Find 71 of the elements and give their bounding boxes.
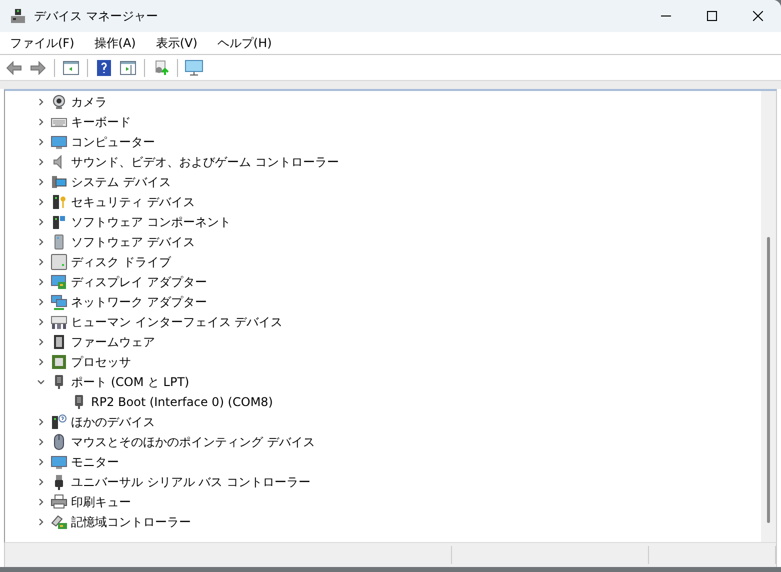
chevron-right-icon xyxy=(37,458,45,466)
tree-item[interactable]: サウンド、ビデオ、およびゲーム コントローラー xyxy=(71,154,339,170)
tree-item[interactable]: 印刷キュー xyxy=(71,494,131,510)
chevron-right-icon xyxy=(37,358,45,366)
chevron-right-icon xyxy=(37,418,45,426)
tree-item[interactable]: 記憶域コントローラー xyxy=(71,514,191,530)
chevron-right-icon xyxy=(37,158,45,166)
tree-item[interactable]: ネットワーク アダプター xyxy=(71,294,207,310)
chevron-right-icon xyxy=(37,258,45,266)
chevron-down-icon xyxy=(37,378,45,386)
monitor-icon xyxy=(51,454,67,470)
menu-item[interactable]: 操作(A) xyxy=(88,32,142,54)
chip-icon xyxy=(51,334,67,350)
tree-item[interactable]: ディスク ドライブ xyxy=(71,254,171,270)
chevron-right-icon xyxy=(37,298,45,306)
tree-item[interactable]: ディスプレイ アダプター xyxy=(71,274,207,290)
tree-item[interactable]: ほかのデバイス xyxy=(71,414,155,430)
system-icon xyxy=(51,174,67,190)
menu-item[interactable]: ファイル(F) xyxy=(4,32,80,54)
tree-item[interactable]: ヒューマン インターフェイス デバイス xyxy=(71,314,283,330)
software-component-icon xyxy=(51,214,67,230)
keyboard-icon xyxy=(51,314,67,330)
scrollbar[interactable] xyxy=(761,91,776,542)
camera-icon xyxy=(51,94,67,110)
chevron-right-icon xyxy=(37,518,45,526)
chevron-right-icon xyxy=(37,318,45,326)
chevron-right-icon xyxy=(37,118,45,126)
close-icon xyxy=(753,11,763,21)
security-key-icon xyxy=(51,194,67,210)
tree-item[interactable]: システム デバイス xyxy=(71,174,171,190)
storage-controller-icon xyxy=(51,514,67,530)
scan-hardware-button[interactable] xyxy=(184,58,204,78)
tree-item[interactable]: セキュリティ デバイス xyxy=(71,194,195,210)
chevron-right-icon xyxy=(37,198,45,206)
network-icon xyxy=(51,294,67,310)
tree-item[interactable]: ソフトウェア デバイス xyxy=(71,234,195,250)
chevron-right-icon xyxy=(37,178,45,186)
chevron-right-icon xyxy=(37,218,45,226)
chevron-right-icon xyxy=(37,438,45,446)
tree-item[interactable]: キーボード xyxy=(71,114,131,130)
tree-item[interactable]: RP2 Boot (Interface 0) (COM8) xyxy=(91,395,273,409)
tree-item[interactable]: モニター xyxy=(71,454,119,470)
mouse-icon xyxy=(51,434,67,450)
tree-item[interactable]: カメラ xyxy=(71,94,107,110)
menu-item[interactable]: 表示(V) xyxy=(150,32,204,54)
processor-icon xyxy=(51,354,67,370)
tree-item[interactable]: プロセッサ xyxy=(71,354,131,370)
chevron-right-icon xyxy=(37,498,45,506)
chevron-right-icon xyxy=(37,278,45,286)
printer-icon xyxy=(51,494,67,510)
tree-item[interactable]: ソフトウェア コンポーネント xyxy=(71,214,231,230)
disk-drive-icon xyxy=(51,254,67,270)
tree-item[interactable]: ユニバーサル シリアル バス コントローラー xyxy=(71,474,310,490)
chevron-right-icon xyxy=(37,478,45,486)
chevron-right-icon xyxy=(37,338,45,346)
maximize-icon xyxy=(707,11,717,21)
scrollbar-thumb[interactable] xyxy=(767,237,770,523)
chevron-right-icon xyxy=(37,238,45,246)
chevron-right-icon xyxy=(37,98,45,106)
computer-icon xyxy=(51,134,67,150)
window-title: デバイス マネージャー xyxy=(34,8,159,24)
tree-item[interactable]: コンピューター xyxy=(71,134,155,150)
tree-item[interactable]: ポート (COM と LPT) xyxy=(71,374,190,390)
unknown-device-icon xyxy=(51,414,67,430)
chevron-right-icon xyxy=(37,138,45,146)
display-adapter-icon xyxy=(51,274,67,290)
tree-item[interactable]: ファームウェア xyxy=(71,334,155,350)
menu-item[interactable]: ヘルプ(H) xyxy=(211,32,278,54)
help-button[interactable] xyxy=(94,58,114,78)
tree-item[interactable]: マウスとそのほかのポインティング デバイス xyxy=(71,434,315,450)
device-manager-icon xyxy=(10,8,26,24)
